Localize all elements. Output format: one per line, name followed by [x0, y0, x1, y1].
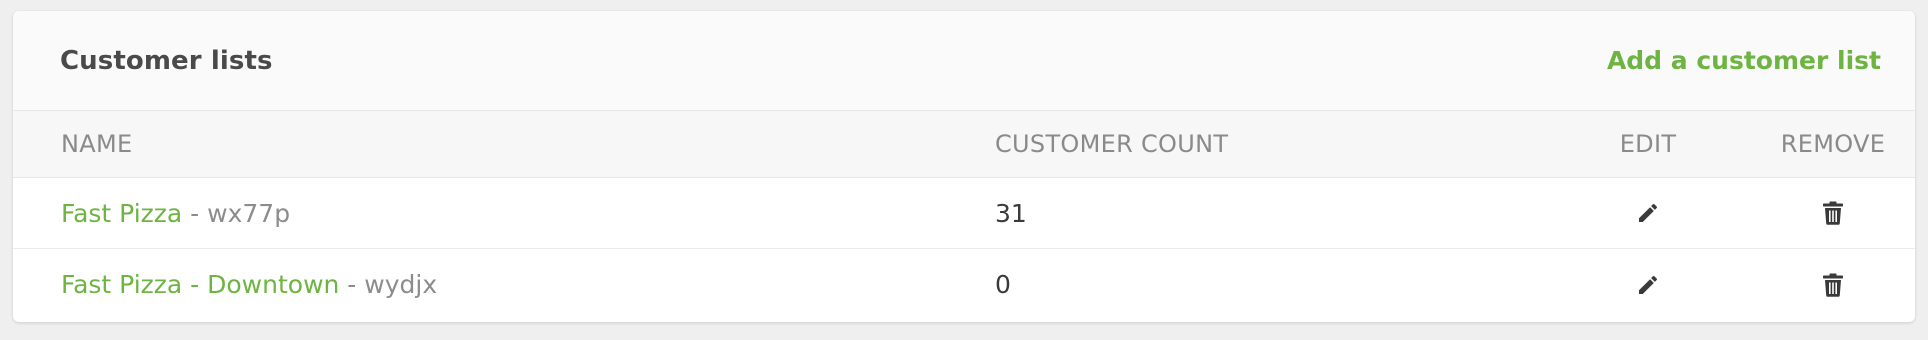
edit-button[interactable]	[1633, 270, 1663, 300]
remove-cell	[1763, 178, 1903, 248]
edit-button[interactable]	[1633, 198, 1663, 228]
remove-button[interactable]	[1818, 198, 1848, 228]
column-header-edit: EDIT	[1619, 130, 1677, 158]
column-header-cell-remove: REMOVE	[1763, 111, 1903, 177]
name-separator: -	[339, 270, 365, 299]
remove-button[interactable]	[1818, 270, 1848, 300]
name-cell: Fast Pizza - wx77p	[61, 178, 290, 248]
edit-cell	[1603, 249, 1693, 320]
pencil-icon	[1639, 203, 1658, 222]
customer-list-code: wydjx	[364, 270, 438, 299]
column-header-cell-name: NAME	[61, 111, 132, 177]
customer-lists-table: NAME CUSTOMER COUNT EDIT REMOVE Fast Piz…	[13, 111, 1915, 320]
customer-list-name-link[interactable]: Fast Pizza - Downtown	[61, 270, 339, 299]
column-header-name: NAME	[61, 130, 133, 158]
name-cell: Fast Pizza - Downtown - wydjx	[61, 249, 437, 320]
table-row: Fast Pizza - Downtown - wydjx 0	[13, 249, 1915, 320]
customer-count: 0	[995, 270, 1011, 299]
add-customer-list-link[interactable]: Add a customer list	[1607, 46, 1881, 75]
column-header-customer-count: CUSTOMER COUNT	[995, 130, 1229, 158]
trash-icon	[1823, 273, 1843, 297]
pencil-icon	[1639, 275, 1658, 294]
count-cell: 0	[995, 249, 1011, 320]
column-header-remove: REMOVE	[1780, 130, 1886, 158]
customer-count: 31	[995, 198, 1027, 228]
remove-cell	[1763, 249, 1903, 320]
edit-cell	[1603, 178, 1693, 248]
trash-icon	[1823, 201, 1843, 225]
customer-list-name-link[interactable]: Fast Pizza	[61, 199, 182, 228]
table-row: Fast Pizza - wx77p 31	[13, 178, 1915, 249]
name-separator: -	[182, 198, 208, 228]
customer-lists-panel: Customer lists Add a customer list NAME …	[13, 11, 1915, 322]
column-header-cell-count: CUSTOMER COUNT	[995, 111, 1228, 177]
column-header-cell-edit: EDIT	[1603, 111, 1693, 177]
customer-list-code: wx77p	[207, 198, 291, 228]
table-header-row: NAME CUSTOMER COUNT EDIT REMOVE	[13, 111, 1915, 178]
page-title: Customer lists	[60, 45, 273, 76]
count-cell: 31	[995, 178, 1027, 248]
panel-header: Customer lists Add a customer list	[13, 11, 1915, 111]
